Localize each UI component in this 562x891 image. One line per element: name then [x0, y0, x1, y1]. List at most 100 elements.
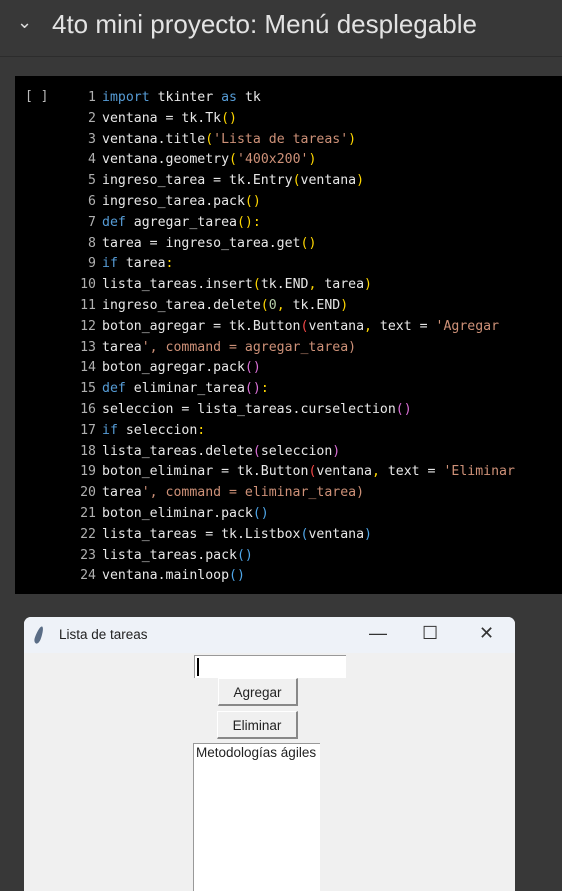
code-token: ', command = eliminar_tarea)	[141, 485, 365, 501]
code-token: ()	[244, 381, 261, 397]
code-token: ventana.mainloop	[102, 568, 230, 584]
code-line: 7 def agregar_tarea():	[75, 213, 515, 234]
code-token: tarea	[117, 256, 166, 272]
section-header[interactable]: ⌄ 4to mini proyecto: Menú desplegable	[0, 0, 562, 57]
line-number: 13	[80, 339, 96, 355]
code-token: )	[332, 443, 341, 459]
code-token: ventana = tk.Tk	[102, 110, 222, 126]
minimize-button[interactable]: —	[369, 623, 387, 644]
line-number: 16	[80, 401, 96, 417]
code-line: 20 tarea', command = eliminar_tarea)	[75, 483, 515, 504]
line-number: 22	[80, 526, 96, 542]
code-line: 23 lista_tareas.pack()	[75, 546, 515, 567]
code-token: tkinter	[149, 90, 222, 105]
code-token: ventana	[308, 318, 365, 334]
code-editor[interactable]: 1 import tkinter as tk 2 ventana = tk.Tk() 3…	[75, 88, 515, 587]
code-line: 1 import tkinter as tk	[75, 88, 515, 109]
code-line: 22 lista_tareas = tk.Listbox(ventana)	[75, 525, 515, 546]
line-number: 2	[88, 110, 96, 126]
chevron-down-icon[interactable]: ⌄	[17, 12, 32, 33]
code-token: tarea	[316, 277, 365, 293]
code-line: 16 seleccion = lista_tareas.curselection(…	[75, 400, 515, 421]
code-token: ()	[300, 235, 317, 251]
code-token: tarea	[102, 485, 142, 501]
code-token: ()	[395, 401, 412, 417]
code-token: ,	[371, 464, 380, 480]
code-token: lista_tareas.insert	[102, 277, 253, 293]
line-number: 4	[88, 152, 96, 168]
code-token: (	[229, 152, 237, 168]
code-token: lista_tareas.delete	[102, 443, 253, 459]
code-token: ():	[236, 214, 261, 230]
code-token: )	[356, 173, 365, 189]
code-token: ingreso_tarea.pack	[102, 193, 245, 209]
code-line: 2 ventana = tk.Tk()	[75, 109, 515, 130]
code-line: 18 lista_tareas.delete(seleccion)	[75, 442, 515, 463]
code-token: lista_tareas.pack	[102, 547, 237, 563]
code-token: ventana	[308, 526, 365, 542]
line-number: 21	[80, 505, 96, 521]
section-title: 4to mini proyecto: Menú desplegable	[52, 9, 477, 39]
code-token: tk.END	[260, 277, 309, 293]
code-line: 4 ventana.geometry('400x200')	[75, 150, 515, 171]
code-token: ,	[364, 318, 372, 334]
line-number: 23	[80, 547, 96, 563]
code-line: 10 lista_tareas.insert(tk.END, tarea)	[75, 275, 515, 296]
code-token: tk.END	[284, 297, 341, 313]
code-token: (	[252, 443, 261, 459]
code-token: 'Lista de tareas'	[213, 131, 349, 147]
window-title: Lista de tareas	[59, 627, 148, 642]
run-cell-button[interactable]: [ ]	[25, 89, 48, 104]
code-line: 6 ingreso_tarea.pack()	[75, 192, 515, 213]
code-token: ()	[221, 110, 237, 126]
code-token: )	[364, 526, 372, 542]
code-token: lista_tareas = tk.Listbox	[102, 526, 301, 542]
code-line: 11 ingreso_tarea.delete(0, tk.END)	[75, 296, 515, 317]
line-number: 3	[88, 131, 96, 147]
code-token: ()	[244, 360, 261, 376]
code-cell[interactable]: [ ] 1 import tkinter as tk 2 ventana = tk.T…	[15, 76, 562, 594]
line-number: 7	[88, 214, 96, 230]
close-button[interactable]: ✕	[479, 623, 494, 644]
code-token: boton_eliminar.pack	[102, 505, 253, 521]
code-token: (	[205, 131, 214, 147]
task-entry[interactable]	[194, 655, 346, 678]
line-number: 6	[88, 193, 96, 209]
line-number: 24	[80, 568, 96, 584]
code-line: 13 tarea', command = agregar_tarea)	[75, 338, 515, 359]
code-line: 24 ventana.mainloop()	[75, 566, 515, 587]
code-token: :	[165, 256, 174, 272]
list-item[interactable]: Metodologías ágiles	[196, 745, 318, 760]
window-titlebar[interactable]: Lista de tareas — ☐ ✕	[24, 617, 515, 653]
code-token: import	[102, 90, 150, 105]
add-task-button[interactable]: Agregar tarea	[218, 678, 298, 728]
code-token: ()	[229, 568, 245, 584]
line-number: 19	[80, 464, 96, 480]
line-number: 20	[80, 485, 96, 501]
code-token: (	[260, 297, 269, 313]
task-listbox[interactable]: Metodologías ágiles	[193, 743, 320, 891]
code-token: text =	[379, 464, 444, 480]
code-token: def	[102, 214, 126, 230]
code-token: ventana	[300, 173, 357, 189]
code-token: (	[252, 277, 261, 293]
code-line: 15 def eliminar_tarea():	[75, 379, 515, 400]
code-token: (	[292, 173, 301, 189]
delete-task-button[interactable]: Eliminar tarea	[217, 711, 298, 761]
code-token: ()	[252, 505, 269, 521]
code-token: ,	[276, 297, 285, 313]
tk-window: Lista de tareas — ☐ ✕ Agregar tarea Elim…	[24, 617, 515, 891]
code-line: 9 if tarea:	[75, 254, 515, 275]
maximize-button[interactable]: ☐	[422, 623, 438, 644]
code-token: ventana.title	[102, 131, 206, 147]
code-token: )	[348, 131, 357, 147]
code-token: tarea	[102, 339, 142, 355]
code-token: :	[197, 422, 206, 438]
tk-feather-icon	[33, 625, 45, 645]
code-token: 0	[268, 297, 277, 313]
line-number: 12	[80, 318, 96, 334]
text-caret	[197, 658, 199, 676]
code-token: ', command = agregar_tarea)	[141, 339, 357, 355]
code-token: eliminar_tarea	[125, 381, 245, 397]
line-number: 18	[80, 443, 96, 459]
